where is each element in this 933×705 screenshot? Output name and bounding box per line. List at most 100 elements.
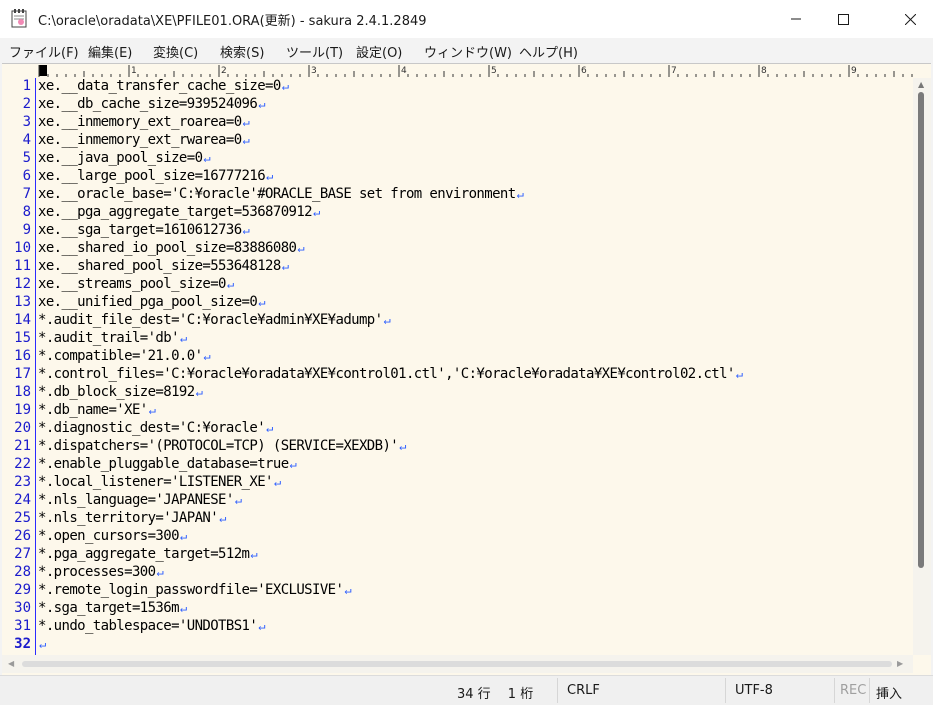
line-number[interactable]: 24 (1, 492, 31, 508)
code-line[interactable]: *.pga_aggregate_target=512m↵ (38, 546, 258, 562)
code-line[interactable]: *.nls_territory='JAPAN'↵ (38, 510, 226, 526)
menu-search[interactable]: 検索(S) (220, 42, 264, 61)
code-line[interactable]: xe.__sga_target=1610612736↵ (38, 222, 250, 238)
vertical-scroll-thumb[interactable] (918, 92, 924, 568)
code-line-text: xe.__oracle_base='C:¥oracle'#ORACLE_BASE… (38, 186, 516, 202)
scroll-left-icon[interactable]: ◀ (8, 659, 14, 668)
horizontal-scroll-thumb[interactable] (22, 661, 892, 667)
code-line[interactable]: *.nls_language='JAPANESE'↵ (38, 492, 242, 508)
line-ending-indicator[interactable]: CRLF (567, 683, 600, 698)
line-number[interactable]: 5 (1, 150, 31, 166)
code-line[interactable]: xe.__inmemory_ext_rwarea=0↵ (38, 132, 250, 148)
code-line-text: *.diagnostic_dest='C:¥oracle' (38, 420, 266, 436)
column-ruler[interactable]: 1 2 3 4 5 6 7 8 9 (2, 64, 931, 77)
line-number[interactable]: 1 (1, 78, 31, 94)
code-line-text: *.local_listener='LISTENER_XE' (38, 474, 273, 490)
code-line[interactable]: *.audit_trail='db'↵ (38, 330, 187, 346)
code-line[interactable]: *.compatible='21.0.0'↵ (38, 348, 211, 364)
code-line[interactable]: *.control_files='C:¥oracle¥oradata¥XE¥co… (38, 366, 743, 382)
code-line[interactable]: xe.__shared_pool_size=553648128↵ (38, 258, 289, 274)
code-line[interactable]: xe.__inmemory_ext_roarea=0↵ (38, 114, 250, 130)
line-break-icon: ↵ (258, 295, 265, 309)
line-number[interactable]: 23 (1, 474, 31, 490)
line-number[interactable]: 16 (1, 348, 31, 364)
line-number[interactable]: 25 (1, 510, 31, 526)
code-line[interactable]: xe.__db_cache_size=939524096↵ (38, 96, 265, 112)
close-button[interactable] (887, 0, 933, 38)
line-number[interactable]: 7 (1, 186, 31, 202)
line-number[interactable]: 26 (1, 528, 31, 544)
code-line[interactable]: xe.__unified_pga_pool_size=0↵ (38, 294, 265, 310)
line-number[interactable]: 2 (1, 96, 31, 112)
line-number[interactable]: 4 (1, 132, 31, 148)
code-line[interactable]: *.remote_login_passwordfile='EXCLUSIVE'↵ (38, 582, 352, 598)
code-line[interactable]: *.dispatchers='(PROTOCOL=TCP) (SERVICE=X… (38, 438, 406, 454)
line-number[interactable]: 6 (1, 168, 31, 184)
menu-convert[interactable]: 変換(C) (153, 42, 198, 61)
menu-edit[interactable]: 編集(E) (88, 42, 132, 61)
rec-indicator[interactable]: REC (840, 683, 866, 698)
line-number[interactable]: 30 (1, 600, 31, 616)
code-line[interactable]: xe.__shared_io_pool_size=83886080↵ (38, 240, 305, 256)
code-line[interactable]: ↵ (38, 636, 46, 652)
sakura-app-icon[interactable] (11, 9, 27, 28)
code-line[interactable]: xe.__pga_aggregate_target=536870912↵ (38, 204, 320, 220)
line-number[interactable]: 9 (1, 222, 31, 238)
menu-tools[interactable]: ツール(T) (286, 42, 343, 61)
code-line[interactable]: xe.__streams_pool_size=0↵ (38, 276, 234, 292)
close-icon (904, 13, 916, 25)
line-number[interactable]: 13 (1, 294, 31, 310)
code-line[interactable]: *.diagnostic_dest='C:¥oracle'↵ (38, 420, 273, 436)
ruler-label: 8 (761, 66, 767, 76)
line-number[interactable]: 29 (1, 582, 31, 598)
menu-file[interactable]: ファイル(F) (9, 42, 79, 61)
code-line[interactable]: *.processes=300↵ (38, 564, 164, 580)
code-line[interactable]: *.audit_file_dest='C:¥oracle¥admin¥XE¥ad… (38, 312, 391, 328)
line-number[interactable]: 3 (1, 114, 31, 130)
insert-mode-indicator[interactable]: 挿入 (876, 683, 902, 702)
code-line[interactable]: *.undo_tablespace='UNDOTBS1'↵ (38, 618, 265, 634)
line-number[interactable]: 12 (1, 276, 31, 292)
code-line[interactable]: xe.__oracle_base='C:¥oracle'#ORACLE_BASE… (38, 186, 524, 202)
line-number[interactable]: 14 (1, 312, 31, 328)
line-number[interactable]: 15 (1, 330, 31, 346)
scroll-up-icon[interactable]: ▲ (918, 80, 924, 89)
menu-window[interactable]: ウィンドウ(W) (424, 42, 512, 61)
minimize-button[interactable] (773, 0, 819, 38)
code-line[interactable]: *.enable_pluggable_database=true↵ (38, 456, 297, 472)
line-number[interactable]: 32 (1, 636, 31, 652)
line-number[interactable]: 27 (1, 546, 31, 562)
line-number[interactable]: 22 (1, 456, 31, 472)
code-line[interactable]: *.local_listener='LISTENER_XE'↵ (38, 474, 281, 490)
code-line[interactable]: xe.__java_pool_size=0↵ (38, 150, 211, 166)
line-number[interactable]: 10 (1, 240, 31, 256)
code-line[interactable]: *.db_name='XE'↵ (38, 402, 156, 418)
encoding-indicator[interactable]: UTF-8 (735, 683, 773, 698)
horizontal-scrollbar[interactable]: ◀ ▶ (2, 655, 913, 673)
editor-area[interactable]: 123456789 1 2 3 4 5 6 7 8 9 10 11 12 13 14 15 16 17 18 19 2… (2, 63, 931, 676)
code-line[interactable]: *.open_cursors=300↵ (38, 528, 187, 544)
line-number[interactable]: 8 (1, 204, 31, 220)
code-line[interactable]: *.db_block_size=8192↵ (38, 384, 203, 400)
scroll-right-icon[interactable]: ▶ (897, 659, 903, 668)
line-number[interactable]: 21 (1, 438, 31, 454)
line-number[interactable]: 17 (1, 366, 31, 382)
line-number[interactable]: 11 (1, 258, 31, 274)
menu-help[interactable]: ヘルプ(H) (519, 42, 578, 61)
menu-settings[interactable]: 設定(O) (356, 42, 402, 61)
line-number[interactable]: 20 (1, 420, 31, 436)
line-break-icon: ↵ (203, 349, 211, 363)
code-line[interactable]: xe.__large_pool_size=16777216↵ (38, 168, 273, 184)
gutter-divider (35, 78, 36, 655)
line-number[interactable]: 31 (1, 618, 31, 634)
code-line-text: xe.__inmemory_ext_roarea=0 (38, 114, 242, 130)
vertical-scrollbar[interactable]: ▲ (913, 78, 931, 655)
maximize-button[interactable] (820, 0, 866, 38)
code-line[interactable]: *.sga_target=1536m↵ (38, 600, 187, 616)
line-number-gutter[interactable]: 1 2 3 4 5 6 7 8 9 10 11 12 13 14 15 16 17 18 19 20 21 22 23 24 2… (2, 78, 35, 655)
line-number[interactable]: 18 (1, 384, 31, 400)
line-number[interactable]: 28 (1, 564, 31, 580)
title-bar[interactable]: C:\oracle\oradata\XE\PFILE01.ORA(更新) - s… (0, 0, 933, 38)
code-line[interactable]: xe.__data_transfer_cache_size=0↵ (38, 78, 289, 94)
line-number[interactable]: 19 (1, 402, 31, 418)
